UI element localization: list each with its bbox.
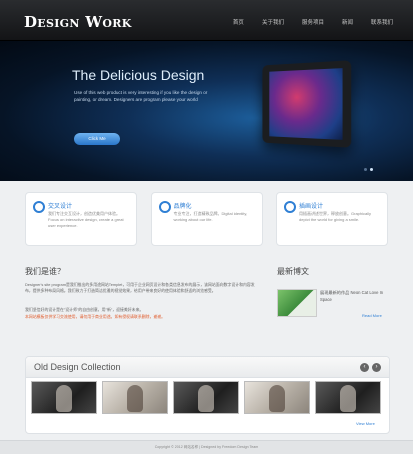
feature-box-branding[interactable]: 品牌化 专业专注，打造精致品牌。Digital identity, workin… (150, 192, 263, 246)
feature-box-interaction[interactable]: 交叉设计 我们专注交互设计，创造优美用户体验。Focus on interact… (25, 192, 137, 246)
feature-description: 专业专注，打造精致品牌。Digital identity, working ab… (173, 211, 248, 222)
about-notice: 本网站模板仅供学习交流使用，请勿用于商业用途。如有侵权请联系删除，谢谢。 (25, 314, 166, 319)
about-text-2: 我们坚信好的设计是在"设计师"的自由创意，用"新"，迎接美好未来。 (25, 307, 144, 312)
footer-copyright: Copyright © 2012 网站名称 | Designed by Free… (0, 440, 413, 454)
main-nav: 首页 关于我们 服务项目 新闻 联系我们 (215, 18, 393, 26)
collection-thumbnail[interactable] (102, 381, 168, 414)
about-text: Designer's site program是我们推出的多用途网站Temple… (25, 282, 255, 294)
slider-dot-active[interactable] (370, 168, 373, 171)
tablet-screen-artwork (269, 68, 343, 140)
hero-banner: The Delicious Design Use of this web pro… (0, 41, 413, 181)
collection-thumbnail[interactable] (244, 381, 310, 414)
nav-item-about[interactable]: 关于我们 (262, 18, 284, 26)
feature-title: 品牌化 (173, 204, 192, 210)
news-read-more-link[interactable]: Read More (362, 313, 382, 318)
feature-description: 用插画讲述世界，释放创意。Graphically depict the worl… (299, 211, 372, 222)
hero-description: Use of this web product is very interest… (74, 90, 208, 102)
sync-icon (33, 201, 45, 213)
hero-title: The Delicious Design (72, 67, 205, 83)
collection-panel: Old Design Collection ‹ › View More (25, 356, 390, 434)
collection-thumbnail[interactable] (173, 381, 239, 414)
feature-title: 交叉设计 (48, 204, 73, 210)
nav-item-services[interactable]: 服务项目 (302, 18, 324, 26)
nav-item-home[interactable]: 首页 (233, 18, 244, 26)
hero-button[interactable]: Click Me (74, 133, 120, 145)
view-more-link[interactable]: View More (356, 421, 375, 426)
carousel-prev-icon[interactable]: ‹ (360, 363, 369, 372)
site-logo[interactable]: Design Work (24, 13, 132, 31)
collection-thumbnail[interactable] (31, 381, 97, 414)
feature-box-illustration[interactable]: 插画设计 用插画讲述世界，释放创意。Graphically depict the… (276, 192, 388, 246)
feature-title: 插画设计 (299, 204, 324, 210)
tablet-image (262, 60, 352, 148)
slider-dot[interactable] (364, 168, 367, 171)
news-thumbnail[interactable] (277, 289, 317, 317)
slider-pagination (364, 168, 373, 171)
news-item-title[interactable]: 展现最新的作品 Neon Cat Love In Space (320, 290, 386, 304)
about-heading: 我们是谁？ (25, 267, 65, 276)
feature-boxes: 交叉设计 我们专注交互设计，创造优美用户体验。Focus on interact… (25, 192, 388, 246)
nav-item-news[interactable]: 新闻 (342, 18, 353, 26)
collection-header: Old Design Collection ‹ › (26, 357, 389, 378)
collection-thumbnail[interactable] (315, 381, 381, 414)
top-bar: Design Work 首页 关于我们 服务项目 新闻 联系我们 (0, 0, 413, 41)
nav-item-contact[interactable]: 联系我们 (371, 18, 393, 26)
refresh-icon (158, 201, 171, 213)
collection-thumbnails (31, 381, 381, 414)
carousel-next-icon[interactable]: › (372, 363, 381, 372)
collection-title: Old Design Collection (34, 362, 121, 372)
recycle-icon (284, 201, 296, 213)
feature-description: 我们专注交互设计，创造优美用户体验。Focus on interactive d… (48, 211, 124, 228)
news-heading: 最新博文 (277, 267, 309, 276)
